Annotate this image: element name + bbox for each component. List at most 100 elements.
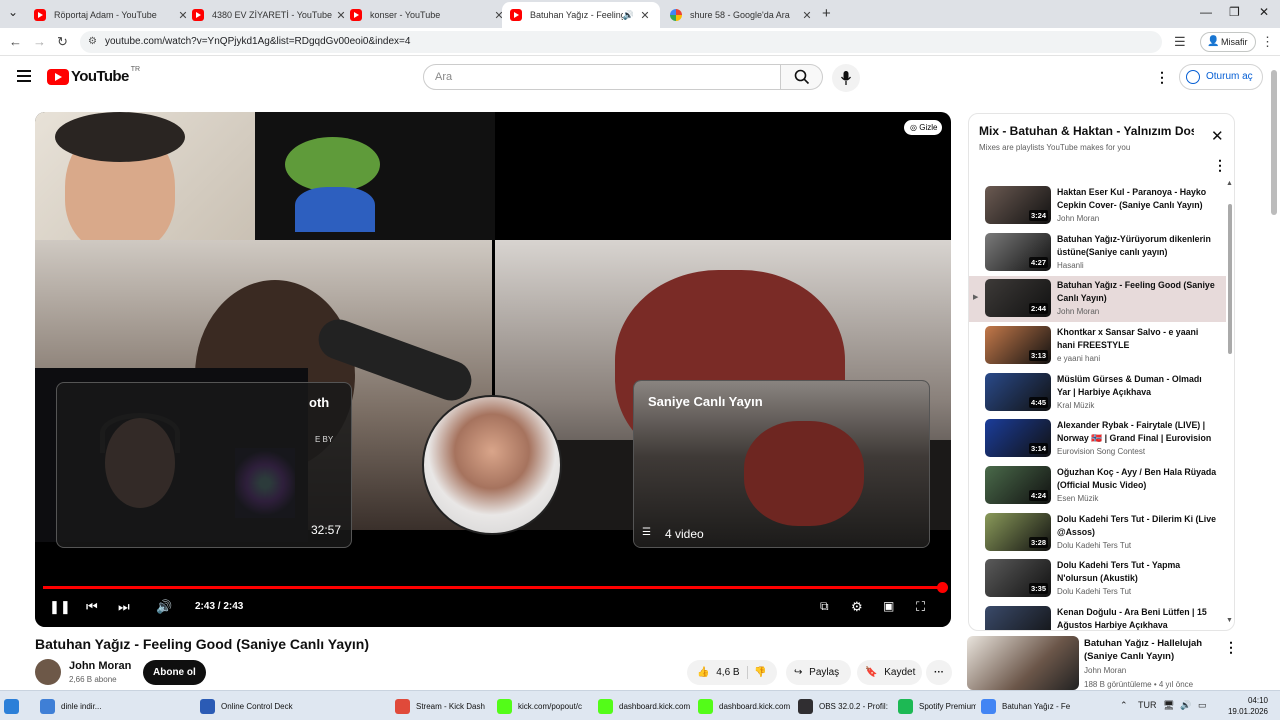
fullscreen-icon[interactable]: ⛶ bbox=[916, 599, 925, 615]
channel-avatar[interactable] bbox=[35, 659, 61, 685]
playlist-item-duration: 4:27 bbox=[1028, 257, 1048, 268]
previous-icon[interactable]: ⏮ bbox=[86, 599, 98, 615]
taskbar-app[interactable]: OBS 32.0.2 - Profil: bbox=[798, 694, 890, 718]
menu-icon[interactable] bbox=[17, 70, 31, 85]
playlist-item-duration: 3:14 bbox=[1028, 443, 1048, 454]
settings-menu-icon[interactable]: ⋮ bbox=[1155, 70, 1169, 84]
close-tab-icon[interactable]: ✕ bbox=[638, 9, 652, 22]
system-clock[interactable]: 04:10 19.01.2026 bbox=[1218, 695, 1268, 717]
settings-icon[interactable]: ⚙ bbox=[851, 599, 863, 615]
scroll-down-icon[interactable]: ▼ bbox=[1226, 617, 1233, 624]
subscribe-button[interactable]: Abone ol bbox=[143, 660, 206, 685]
recommended-menu-icon[interactable]: ⋮ bbox=[1224, 640, 1238, 654]
playlist-item-channel: Esen Müzik bbox=[1057, 494, 1099, 503]
scroll-up-icon[interactable]: ▲ bbox=[1226, 180, 1233, 187]
taskbar-app[interactable]: Spotify Premium bbox=[898, 694, 976, 718]
thumbs-down-icon[interactable]: 👎 bbox=[754, 660, 766, 685]
tray-language[interactable]: TUR bbox=[1138, 700, 1157, 710]
close-tab-icon[interactable]: ✕ bbox=[800, 9, 814, 22]
playlist-item[interactable]: ▶ 2:44 Batuhan Yağız - Feeling Good (Saniy… bbox=[969, 276, 1226, 322]
video-player[interactable]: oth E BY 32:57 Saniye Canlı Yayın ☰ 4 vi… bbox=[35, 112, 951, 627]
taskbar-app[interactable]: Batuhan Yağız - Fe bbox=[981, 694, 1073, 718]
subtitles-icon[interactable]: ⧉ bbox=[820, 599, 829, 614]
youtube-logo[interactable]: YouTube TR bbox=[47, 66, 140, 85]
back-icon[interactable]: ← bbox=[9, 34, 22, 49]
playlist-item-duration: 3:28 bbox=[1028, 537, 1048, 548]
battery-icon[interactable]: ▭ bbox=[1198, 700, 1207, 711]
start-button[interactable] bbox=[4, 694, 34, 718]
playlist-thumbnail: 4:24 bbox=[985, 466, 1051, 504]
playlist-scrollbar[interactable] bbox=[1228, 204, 1232, 354]
browser-tab-strip: Röportaj Adam - YouTube ✕ 4380 EV ZİYARE… bbox=[0, 0, 1280, 28]
browser-tab[interactable]: Röportaj Adam - YouTube ✕ bbox=[26, 2, 198, 28]
endscreen-playlist-card-left[interactable]: oth E BY 32:57 bbox=[56, 382, 352, 548]
media-control-icon[interactable]: ☰ bbox=[1174, 34, 1186, 50]
reload-icon[interactable]: ↻ bbox=[57, 34, 68, 50]
app-icon bbox=[698, 698, 713, 714]
signin-button[interactable]: Oturum aç bbox=[1179, 64, 1263, 90]
new-tab-icon[interactable]: + bbox=[822, 5, 831, 22]
frog-head bbox=[285, 137, 380, 192]
taskbar-app-label: dashboard.kick.com bbox=[619, 701, 690, 711]
playlist-item[interactable]: 3:13 Khontkar x Sansar Salvo - e yaani ha… bbox=[969, 323, 1226, 369]
taskbar-app[interactable]: kick.com/popout/c bbox=[497, 694, 592, 718]
progress-knob[interactable] bbox=[937, 582, 948, 593]
like-button[interactable]: 👍 4,6 B bbox=[697, 667, 740, 678]
next-icon[interactable]: ⏭ bbox=[118, 599, 130, 615]
minimize-icon[interactable]: — bbox=[1200, 5, 1212, 19]
share-button[interactable]: ↪ Paylaş bbox=[786, 660, 851, 685]
address-bar[interactable]: ⚙ youtube.com/watch?v=YnQPjykd1Ag&list=R… bbox=[80, 31, 1162, 53]
channel-name[interactable]: John Moran bbox=[69, 660, 131, 672]
playlist-item[interactable]: 4:45 Müslüm Gürses & Duman - Olmadı Yar |… bbox=[969, 370, 1226, 416]
profile-button[interactable]: 👤 Misafir bbox=[1200, 32, 1256, 52]
save-button[interactable]: 🔖 Kaydet bbox=[857, 660, 922, 685]
close-playlist-icon[interactable]: ✕ bbox=[1211, 127, 1224, 145]
more-actions-button[interactable]: ··· bbox=[926, 660, 952, 685]
person-icon: 👤 bbox=[1207, 36, 1220, 47]
hide-overlay-button[interactable]: ◎ Gizle bbox=[904, 120, 943, 135]
endscreen-playlist-card-right[interactable]: Saniye Canlı Yayın ☰ 4 video bbox=[633, 380, 930, 548]
playlist-item[interactable]: 4:24 Oğuzhan Koç - Ayy / Ben Hala Rüyada … bbox=[969, 463, 1226, 509]
taskbar-app[interactable]: Stream - Kick Dash bbox=[395, 694, 487, 718]
browser-tab[interactable]: konser - YouTube ✕ bbox=[342, 2, 514, 28]
taskbar-app[interactable]: Online Control Deck bbox=[200, 694, 385, 718]
taskbar-app[interactable]: dinle indir... bbox=[40, 694, 190, 718]
page-scrollbar[interactable] bbox=[1271, 70, 1277, 215]
playlist-item[interactable]: 3:14 Alexander Rybak - Fairytale (LIVE) |… bbox=[969, 416, 1226, 462]
site-info-icon[interactable]: ⚙ bbox=[88, 31, 97, 53]
playlist-item[interactable]: 4:27 Batuhan Yağız-Yürüyorum dikenlerin ü… bbox=[969, 230, 1226, 276]
playlist-item[interactable]: 3:24 Haktan Eser Kul - Paranoya - Hayko C… bbox=[969, 183, 1226, 229]
progress-bar[interactable] bbox=[43, 582, 948, 593]
tab-search-icon[interactable]: ⌄ bbox=[8, 5, 18, 19]
taskbar-app-label: Stream - Kick Dash bbox=[416, 701, 485, 711]
browser-menu-icon[interactable]: ⋮ bbox=[1261, 34, 1274, 50]
taskbar-app[interactable]: dashboard.kick.com bbox=[598, 694, 690, 718]
miniplayer-icon[interactable]: ▣ bbox=[883, 599, 894, 613]
playlist-item[interactable]: 3:28 Dolu Kadehi Ters Tut - Dilerim Ki (L… bbox=[969, 510, 1226, 556]
close-window-icon[interactable]: ✕ bbox=[1259, 5, 1269, 19]
channel-avatar-circle[interactable] bbox=[422, 395, 562, 535]
network-icon[interactable]: 🖥 bbox=[1163, 700, 1174, 711]
tray-overflow-icon[interactable]: ⌃ bbox=[1120, 700, 1128, 711]
browser-tab-active[interactable]: Batuhan Yağız - Feeling Goo 🔊 ✕ bbox=[502, 2, 660, 28]
playlist-item[interactable]: 3:35 Dolu Kadehi Ters Tut - Yapma N'olurs… bbox=[969, 556, 1226, 602]
browser-tab[interactable]: 4380 EV ZİYARETİ - YouTube ✕ bbox=[184, 2, 356, 28]
pause-icon[interactable]: ❚❚ bbox=[49, 599, 71, 615]
recommended-video[interactable]: Batuhan Yağız - Hallelujah (Saniye Canlı… bbox=[967, 636, 1247, 690]
playlist-item-channel: Dolu Kadehi Ters Tut bbox=[1057, 587, 1132, 596]
forward-icon[interactable]: → bbox=[33, 34, 46, 49]
voice-search-button[interactable] bbox=[832, 64, 860, 92]
taskbar-app[interactable]: dashboard.kick.com bbox=[698, 694, 790, 718]
search-input[interactable]: Ara bbox=[423, 64, 781, 90]
maximize-icon[interactable]: ❐ bbox=[1229, 5, 1240, 19]
volume-tray-icon[interactable]: 🔊 bbox=[1180, 700, 1191, 711]
search-button[interactable] bbox=[781, 64, 823, 90]
browser-tab[interactable]: shure 58 - Google'da Ara ✕ bbox=[662, 2, 822, 28]
playlist-item[interactable]: Kenan Doğulu - Ara Beni Lütfen | 15 Ağus… bbox=[969, 603, 1226, 630]
playlist-item-title: Haktan Eser Kul - Paranoya - Hayko Cepki… bbox=[1057, 187, 1207, 210]
speaker-icon[interactable]: 🔊 bbox=[623, 10, 634, 21]
volume-icon[interactable]: 🔊 bbox=[156, 599, 172, 615]
controls-gradient bbox=[35, 552, 951, 627]
playlist-menu-icon[interactable]: ⋮ bbox=[1213, 158, 1227, 172]
playlist-title[interactable]: Mix - Batuhan & Haktan - Yalnızım Dostum bbox=[979, 124, 1194, 138]
